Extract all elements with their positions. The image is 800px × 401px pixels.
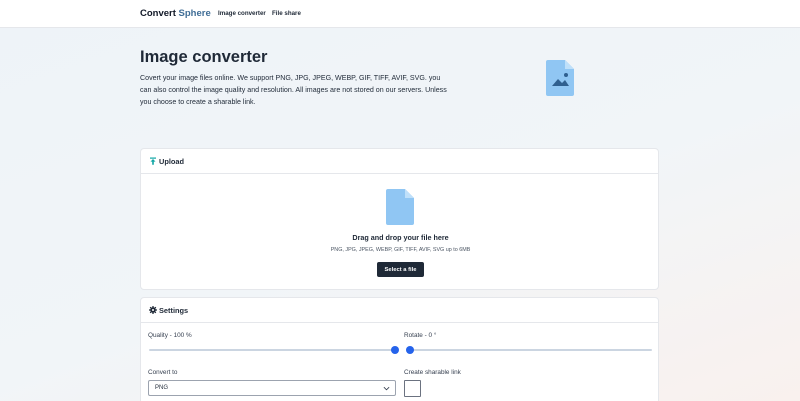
settings-title: Settings [159,306,189,315]
brand-logo[interactable]: Convert Sphere [140,8,211,19]
upload-title: Upload [159,157,185,166]
settings-card-header: Settings [141,298,658,323]
sharable-link-label: Create sharable link [404,369,461,376]
nav-link-image-converter[interactable]: Image converter [218,10,266,17]
quality-slider-track[interactable] [149,349,395,351]
chevron-down-icon [383,386,390,391]
page-title: Image converter [140,48,268,66]
quality-slider-thumb[interactable] [391,346,399,354]
gear-icon [149,306,157,314]
select-file-button[interactable]: Select a file [377,262,424,277]
image-file-icon [546,60,574,101]
brand-accent: Sphere [178,8,211,19]
drop-zone-title: Drag and drop your file here [352,233,449,242]
sharable-link-checkbox[interactable] [404,380,421,397]
quality-label: Quality - 100 % [148,332,192,339]
rotate-label: Rotate - 0 ° [404,332,437,339]
nav-link-file-share[interactable]: File share [272,10,301,17]
supported-formats: PNG, JPG, JPEG, WEBP, GIF, TIFF, AVIF, S… [330,247,471,253]
rotate-slider-thumb[interactable] [406,346,414,354]
convert-to-label: Convert to [148,369,178,376]
page-description: Covert your image files online. We suppo… [140,74,447,106]
upload-icon [150,157,156,165]
convert-format-select[interactable]: PNG [148,380,396,396]
settings-card: Settings Quality - 100 % Rotate - 0 ° Co… [140,297,659,401]
rotate-slider-track[interactable] [406,349,652,351]
file-icon [386,189,414,225]
brand-main: Convert [140,8,176,19]
upload-card: Upload Drag and drop your file here PNG,… [140,148,659,290]
upload-card-header: Upload [141,149,658,174]
convert-format-value: PNG [155,385,169,391]
navbar: Convert Sphere Image converter File shar… [0,0,800,28]
